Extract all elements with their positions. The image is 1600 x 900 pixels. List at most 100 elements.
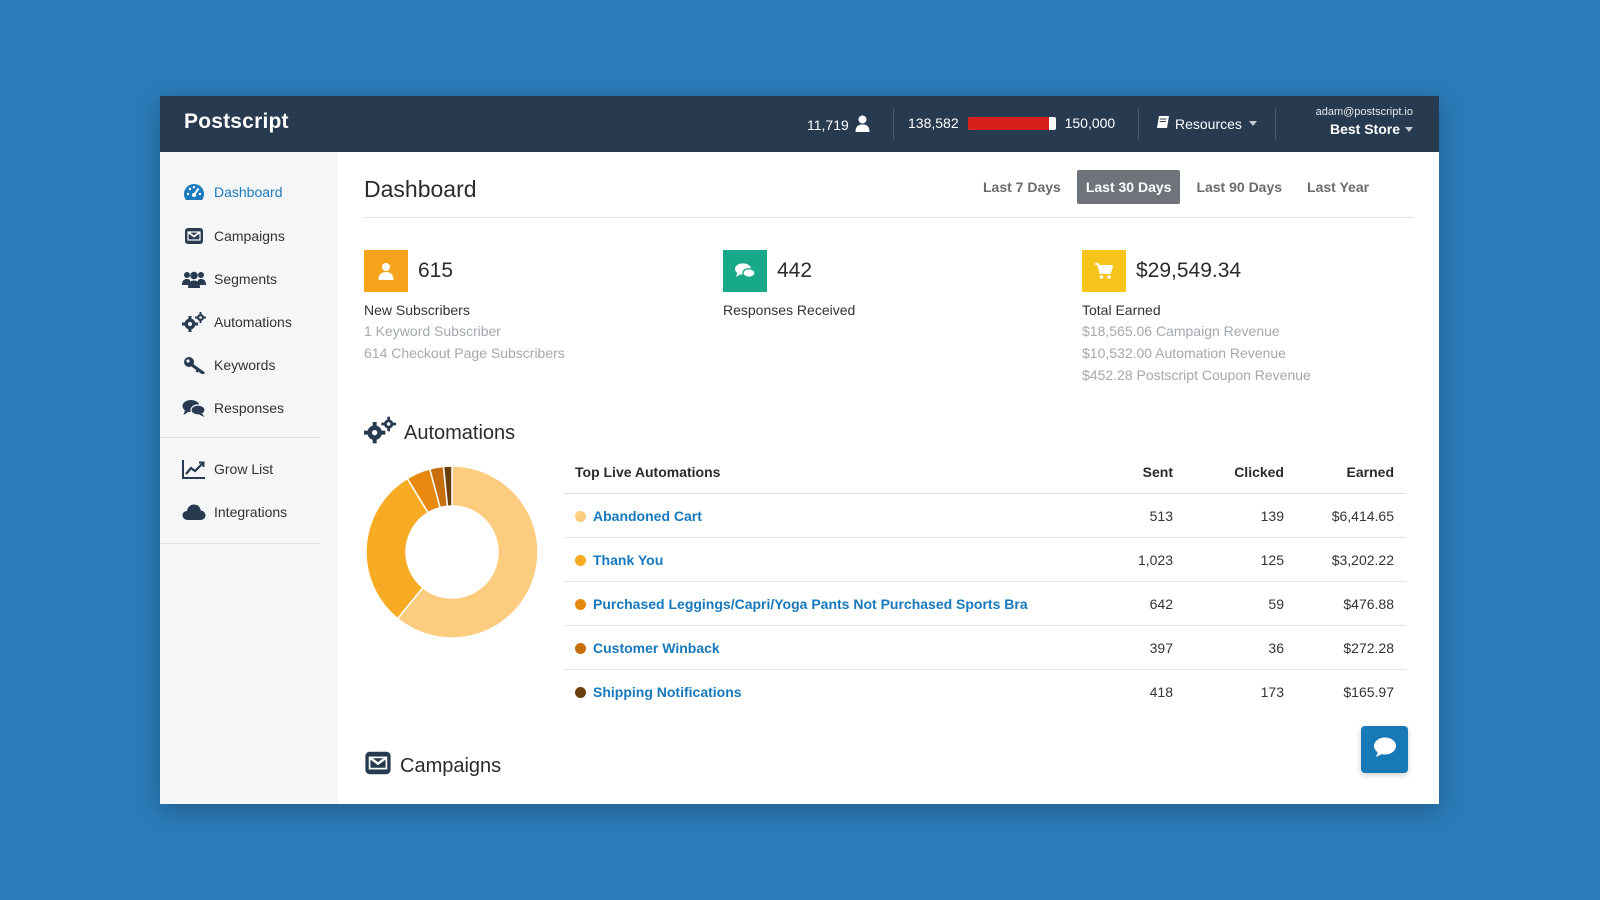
- clicked-value: 173: [1260, 684, 1284, 700]
- clicked-value: 125: [1260, 552, 1284, 568]
- earned-value: $3,202.22: [1331, 552, 1394, 568]
- top-navbar: Postscript 11,719 138,582 150,000 Resour…: [160, 96, 1439, 152]
- tab-last-30-days[interactable]: Last 30 Days: [1076, 170, 1181, 204]
- sidebar-item-label: Automations: [214, 314, 292, 330]
- series-dot: [575, 554, 586, 566]
- title-divider: [364, 217, 1414, 218]
- credits-progress-fill: [967, 116, 1049, 130]
- sidebar-item-automations[interactable]: Automations: [182, 312, 292, 332]
- stat-detail: $452.28 Postscript Coupon Revenue: [1082, 367, 1311, 383]
- earned-value: $165.97: [1343, 684, 1394, 700]
- envelope-icon: [364, 750, 392, 782]
- sidebar-item-grow-list[interactable]: Grow List: [182, 459, 273, 479]
- credits-limit: 150,000: [1064, 115, 1116, 131]
- chevron-down-icon: [1248, 121, 1257, 126]
- page-title: Dashboard: [364, 176, 477, 202]
- campaigns-section-title: Campaigns: [364, 750, 501, 782]
- earned-value: $272.28: [1343, 640, 1394, 656]
- stat-label: New Subscribers: [364, 302, 470, 318]
- stat-detail: 614 Checkout Page Subscribers: [364, 345, 565, 361]
- column-header-sent: Sent: [1142, 464, 1173, 480]
- section-title-text: Automations: [404, 421, 516, 444]
- subscriber-count-value: 11,719: [807, 117, 849, 133]
- sidebar-item-label: Segments: [214, 271, 278, 287]
- table-row: Customer Winback 397 36 $272.28: [564, 626, 1406, 670]
- app-logo[interactable]: Postscript: [184, 110, 289, 134]
- gears-icon: [182, 312, 206, 332]
- book-icon: [1156, 115, 1170, 132]
- automation-link[interactable]: Thank You: [593, 552, 663, 568]
- column-header-clicked: Clicked: [1234, 464, 1284, 480]
- stat-responses-received: 442 Responses Received: [723, 250, 855, 318]
- series-dot: [575, 642, 586, 654]
- column-header-name: Top Live Automations: [575, 464, 721, 480]
- sidebar-item-label: Integrations: [214, 504, 288, 520]
- sidebar-item-dashboard[interactable]: Dashboard: [182, 182, 283, 202]
- sidebar-item-label: Responses: [214, 400, 285, 416]
- sent-value: 418: [1149, 684, 1173, 700]
- earned-value: $476.88: [1343, 596, 1394, 612]
- stat-value: 615: [418, 259, 454, 282]
- sidebar-item-label: Campaigns: [214, 228, 285, 244]
- main-content: Dashboard Last 7 Days Last 30 Days Last …: [338, 152, 1439, 804]
- sidebar-item-campaigns[interactable]: Campaigns: [182, 226, 285, 246]
- sidebar-item-segments[interactable]: Segments: [182, 269, 277, 289]
- series-dot: [575, 686, 586, 698]
- user-email: adam@postscript.io: [1315, 106, 1413, 118]
- sidebar-item-responses[interactable]: Responses: [182, 398, 284, 418]
- column-header-earned: Earned: [1346, 464, 1394, 480]
- app-window: Postscript 11,719 138,582 150,000 Resour…: [160, 96, 1439, 804]
- resources-label: Resources: [1175, 115, 1242, 132]
- cloud-icon: [182, 502, 206, 522]
- stat-value: $29,549.34: [1136, 259, 1242, 282]
- stat-detail: $18,565.06 Campaign Revenue: [1082, 323, 1280, 339]
- series-dot: [575, 510, 586, 522]
- earned-value: $6,414.65: [1331, 508, 1394, 524]
- topbar-divider: [893, 108, 894, 140]
- automation-link[interactable]: Shipping Notifications: [593, 684, 742, 700]
- table-row: Purchased Leggings/Capri/Yoga Pants Not …: [564, 582, 1406, 626]
- table-row: Abandoned Cart 513 139 $6,414.65: [564, 494, 1406, 538]
- stat-label: Total Earned: [1082, 302, 1161, 318]
- gears-icon: [364, 416, 396, 450]
- topbar-divider: [1138, 108, 1139, 140]
- account-dropdown[interactable]: adam@postscript.io Best Store: [1316, 106, 1413, 137]
- store-selector[interactable]: Best Store: [1316, 121, 1413, 137]
- resources-dropdown[interactable]: Resources: [1156, 115, 1257, 132]
- users-icon: [182, 269, 206, 289]
- message-credits: 138,582 150,000: [908, 115, 1115, 131]
- chat-bubble-icon: [1373, 736, 1397, 763]
- sidebar: Dashboard Campaigns Segments Automations: [160, 152, 338, 804]
- sent-value: 397: [1149, 640, 1173, 656]
- stat-new-subscribers: 615 New Subscribers 1 Keyword Subscriber…: [364, 250, 565, 361]
- chat-support-button[interactable]: [1361, 726, 1408, 773]
- automation-link[interactable]: Customer Winback: [593, 640, 720, 656]
- table-header: Top Live Automations Sent Clicked Earned: [564, 452, 1406, 494]
- sidebar-item-integrations[interactable]: Integrations: [182, 502, 287, 522]
- sent-value: 642: [1149, 596, 1173, 612]
- comments-icon: [723, 250, 767, 292]
- comments-icon: [182, 398, 206, 418]
- series-dot: [575, 598, 586, 610]
- tab-last-90-days[interactable]: Last 90 Days: [1187, 170, 1291, 204]
- stat-detail: 1 Keyword Subscriber: [364, 323, 501, 339]
- chart-line-icon: [182, 459, 206, 479]
- automations-donut-chart: [365, 465, 539, 639]
- table-row: Thank You 1,023 125 $3,202.22: [564, 538, 1406, 582]
- stat-detail: $10,532.00 Automation Revenue: [1082, 345, 1286, 361]
- stat-value: 442: [777, 259, 813, 282]
- clicked-value: 139: [1260, 508, 1284, 524]
- sent-value: 513: [1149, 508, 1173, 524]
- shopping-cart-icon: [1082, 250, 1126, 292]
- automation-link[interactable]: Purchased Leggings/Capri/Yoga Pants Not …: [593, 596, 1028, 612]
- tab-last-7-days[interactable]: Last 7 Days: [974, 170, 1070, 204]
- tab-last-year[interactable]: Last Year: [1298, 170, 1378, 204]
- automation-link[interactable]: Abandoned Cart: [593, 508, 702, 524]
- chevron-down-icon: [1405, 126, 1413, 132]
- sidebar-item-label: Grow List: [214, 461, 274, 477]
- automations-section-title: Automations: [364, 416, 515, 450]
- sidebar-item-keywords[interactable]: Keywords: [182, 355, 275, 375]
- section-title-text: Campaigns: [400, 754, 502, 777]
- sidebar-item-label: Keywords: [214, 357, 276, 373]
- table-row: Shipping Notifications 418 173 $165.97: [564, 670, 1406, 714]
